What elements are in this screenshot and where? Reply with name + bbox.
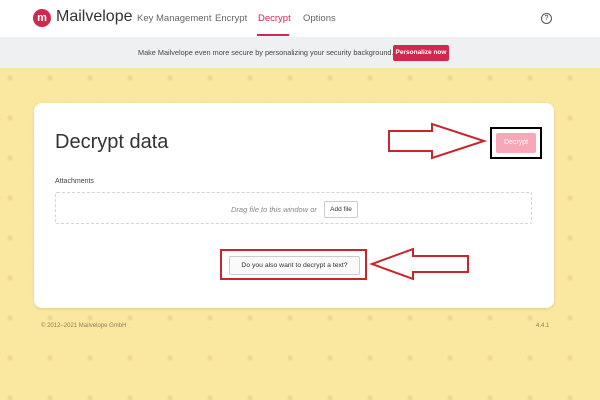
annotation-arrows <box>369 122 488 281</box>
right-arrow-icon <box>388 122 488 160</box>
left-arrow-icon <box>369 247 469 281</box>
